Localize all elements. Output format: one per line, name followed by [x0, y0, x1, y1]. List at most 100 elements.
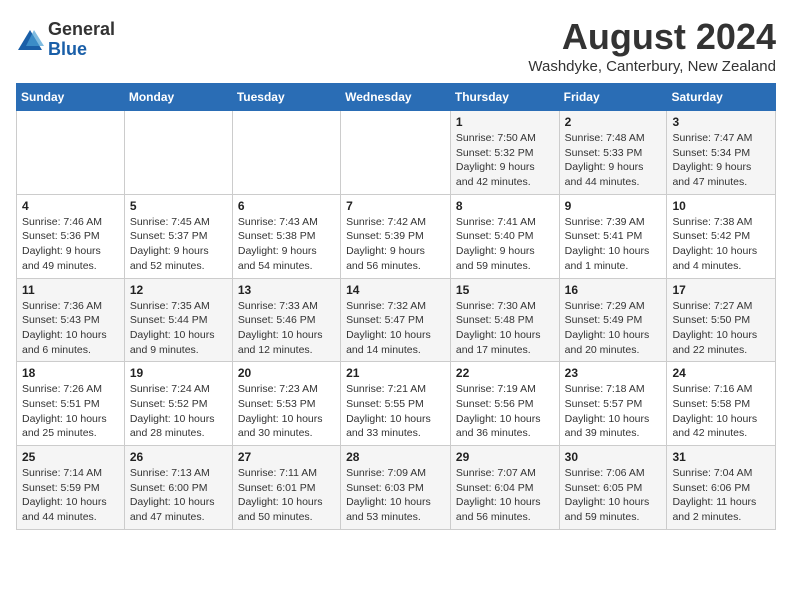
day-number: 18 [22, 366, 119, 380]
day-number: 2 [565, 115, 662, 129]
calendar-cell [232, 111, 340, 195]
day-number: 13 [238, 283, 335, 297]
day-detail: Sunrise: 7:27 AMSunset: 5:50 PMDaylight:… [672, 299, 770, 358]
calendar-cell: 11Sunrise: 7:36 AMSunset: 5:43 PMDayligh… [17, 278, 125, 362]
calendar-cell: 28Sunrise: 7:09 AMSunset: 6:03 PMDayligh… [341, 446, 451, 530]
calendar-cell: 19Sunrise: 7:24 AMSunset: 5:52 PMDayligh… [124, 362, 232, 446]
calendar-cell: 4Sunrise: 7:46 AMSunset: 5:36 PMDaylight… [17, 194, 125, 278]
day-number: 31 [672, 450, 770, 464]
calendar-cell: 29 Sunrise: 7:07 AMSunset: 6:04 PMDayligh… [450, 446, 559, 530]
calendar-week-5: 25 Sunrise: 7:14 AMSunset: 5:59 PMDayligh… [17, 446, 776, 530]
day-number: 29 [456, 450, 554, 464]
day-header-monday: Monday [124, 84, 232, 111]
day-detail: Sunrise: 7:48 AMSunset: 5:33 PMDaylight:… [565, 131, 662, 190]
day-detail: Sunrise: 7:29 AMSunset: 5:49 PMDaylight:… [565, 299, 662, 358]
day-detail: Sunrise: 7:33 AMSunset: 5:46 PMDaylight:… [238, 299, 335, 358]
main-title: August 2024 [528, 16, 776, 58]
day-header-thursday: Thursday [450, 84, 559, 111]
day-detail: Sunrise: 7:45 AMSunset: 5:37 PMDaylight:… [130, 215, 227, 274]
day-header-friday: Friday [559, 84, 667, 111]
calendar-cell: 21 Sunrise: 7:21 AMSunset: 5:55 PMDayligh… [341, 362, 451, 446]
day-header-wednesday: Wednesday [341, 84, 451, 111]
logo-general-text: General [48, 20, 115, 40]
calendar-header: SundayMondayTuesdayWednesdayThursdayFrid… [17, 84, 776, 111]
calendar-cell: 10 Sunrise: 7:38 AMSunset: 5:42 PMDayligh… [667, 194, 776, 278]
calendar-cell: 31Sunrise: 7:04 AMSunset: 6:06 PMDayligh… [667, 446, 776, 530]
day-detail: Sunrise: 7:09 AMSunset: 6:03 PMDaylight:… [346, 466, 445, 525]
day-headers-row: SundayMondayTuesdayWednesdayThursdayFrid… [17, 84, 776, 111]
logo-icon [16, 26, 44, 54]
calendar-cell: 25 Sunrise: 7:14 AMSunset: 5:59 PMDayligh… [17, 446, 125, 530]
day-detail: Sunrise: 7:32 AMSunset: 5:47 PMDaylight:… [346, 299, 445, 358]
calendar-cell: 30 Sunrise: 7:06 AMSunset: 6:05 PMDayligh… [559, 446, 667, 530]
calendar-cell: 23 Sunrise: 7:18 AMSunset: 5:57 PMDayligh… [559, 362, 667, 446]
day-detail: Sunrise: 7:39 AMSunset: 5:41 PMDaylight:… [565, 215, 662, 274]
day-detail: Sunrise: 7:07 AMSunset: 6:04 PMDaylight:… [456, 466, 554, 525]
calendar-cell: 8Sunrise: 7:41 AMSunset: 5:40 PMDaylight… [450, 194, 559, 278]
calendar-cell: 13 Sunrise: 7:33 AMSunset: 5:46 PMDayligh… [232, 278, 340, 362]
day-detail: Sunrise: 7:46 AMSunset: 5:36 PMDaylight:… [22, 215, 119, 274]
day-detail: Sunrise: 7:13 AMSunset: 6:00 PMDaylight:… [130, 466, 227, 525]
calendar-cell [124, 111, 232, 195]
title-area: August 2024 Washdyke, Canterbury, New Ze… [528, 16, 776, 75]
day-detail: Sunrise: 7:42 AMSunset: 5:39 PMDaylight:… [346, 215, 445, 274]
day-number: 10 [672, 199, 770, 213]
day-number: 23 [565, 366, 662, 380]
day-number: 9 [565, 199, 662, 213]
day-number: 21 [346, 366, 445, 380]
calendar-cell: 15 Sunrise: 7:30 AMSunset: 5:48 PMDayligh… [450, 278, 559, 362]
day-header-saturday: Saturday [667, 84, 776, 111]
day-detail: Sunrise: 7:06 AMSunset: 6:05 PMDaylight:… [565, 466, 662, 525]
day-detail: Sunrise: 7:35 AMSunset: 5:44 PMDaylight:… [130, 299, 227, 358]
calendar-cell [341, 111, 451, 195]
calendar-cell: 16Sunrise: 7:29 AMSunset: 5:49 PMDayligh… [559, 278, 667, 362]
calendar-week-4: 18Sunrise: 7:26 AMSunset: 5:51 PMDayligh… [17, 362, 776, 446]
calendar-cell: 12 Sunrise: 7:35 AMSunset: 5:44 PMDayligh… [124, 278, 232, 362]
calendar-cell: 18Sunrise: 7:26 AMSunset: 5:51 PMDayligh… [17, 362, 125, 446]
logo-blue-text: Blue [48, 40, 115, 60]
calendar-week-2: 4Sunrise: 7:46 AMSunset: 5:36 PMDaylight… [17, 194, 776, 278]
day-detail: Sunrise: 7:14 AMSunset: 5:59 PMDaylight:… [22, 466, 119, 525]
day-number: 15 [456, 283, 554, 297]
day-detail: Sunrise: 7:50 AMSunset: 5:32 PMDaylight:… [456, 131, 554, 190]
day-detail: Sunrise: 7:43 AMSunset: 5:38 PMDaylight:… [238, 215, 335, 274]
calendar-cell: 22Sunrise: 7:19 AMSunset: 5:56 PMDayligh… [450, 362, 559, 446]
calendar-cell: 1 Sunrise: 7:50 AMSunset: 5:32 PMDaylight… [450, 111, 559, 195]
day-number: 14 [346, 283, 445, 297]
day-detail: Sunrise: 7:38 AMSunset: 5:42 PMDaylight:… [672, 215, 770, 274]
day-number: 24 [672, 366, 770, 380]
day-number: 1 [456, 115, 554, 129]
calendar-cell: 7 Sunrise: 7:42 AMSunset: 5:39 PMDaylight… [341, 194, 451, 278]
day-number: 26 [130, 450, 227, 464]
day-number: 8 [456, 199, 554, 213]
day-number: 12 [130, 283, 227, 297]
calendar-cell: 24 Sunrise: 7:16 AMSunset: 5:58 PMDayligh… [667, 362, 776, 446]
calendar-cell: 6 Sunrise: 7:43 AMSunset: 5:38 PMDaylight… [232, 194, 340, 278]
calendar-cell: 5 Sunrise: 7:45 AMSunset: 5:37 PMDaylight… [124, 194, 232, 278]
calendar-cell [17, 111, 125, 195]
calendar-cell: 17 Sunrise: 7:27 AMSunset: 5:50 PMDayligh… [667, 278, 776, 362]
day-number: 17 [672, 283, 770, 297]
day-number: 7 [346, 199, 445, 213]
header: General Blue August 2024 Washdyke, Cante… [16, 16, 776, 75]
day-detail: Sunrise: 7:21 AMSunset: 5:55 PMDaylight:… [346, 382, 445, 441]
day-detail: Sunrise: 7:11 AMSunset: 6:01 PMDaylight:… [238, 466, 335, 525]
calendar-cell: 26 Sunrise: 7:13 AMSunset: 6:00 PMDayligh… [124, 446, 232, 530]
day-number: 5 [130, 199, 227, 213]
calendar-cell: 3Sunrise: 7:47 AMSunset: 5:34 PMDaylight… [667, 111, 776, 195]
day-number: 19 [130, 366, 227, 380]
day-number: 27 [238, 450, 335, 464]
day-detail: Sunrise: 7:30 AMSunset: 5:48 PMDaylight:… [456, 299, 554, 358]
day-number: 6 [238, 199, 335, 213]
calendar-week-1: 1 Sunrise: 7:50 AMSunset: 5:32 PMDaylight… [17, 111, 776, 195]
calendar-cell: 20Sunrise: 7:23 AMSunset: 5:53 PMDayligh… [232, 362, 340, 446]
calendar-cell: 9 Sunrise: 7:39 AMSunset: 5:41 PMDaylight… [559, 194, 667, 278]
day-detail: Sunrise: 7:18 AMSunset: 5:57 PMDaylight:… [565, 382, 662, 441]
subtitle: Washdyke, Canterbury, New Zealand [528, 58, 776, 75]
day-number: 20 [238, 366, 335, 380]
calendar-body: 1 Sunrise: 7:50 AMSunset: 5:32 PMDaylight… [17, 111, 776, 530]
day-number: 25 [22, 450, 119, 464]
day-header-sunday: Sunday [17, 84, 125, 111]
day-number: 30 [565, 450, 662, 464]
day-detail: Sunrise: 7:16 AMSunset: 5:58 PMDaylight:… [672, 382, 770, 441]
